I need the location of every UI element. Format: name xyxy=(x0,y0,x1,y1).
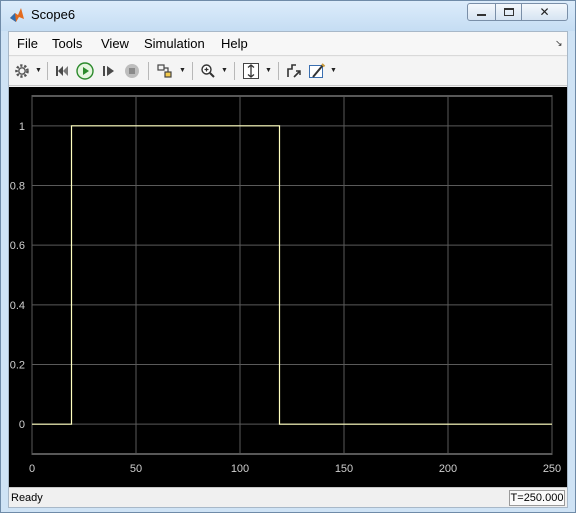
toolbar-separator xyxy=(148,62,149,80)
x-tick-label: 250 xyxy=(543,463,561,475)
y-tick-label: 0.6 xyxy=(10,240,25,252)
x-tick-label: 0 xyxy=(29,463,35,475)
zoom-button[interactable] xyxy=(198,61,218,81)
client-area: File Tools View Simulation Help ↘ ▼ ▼ ▼ … xyxy=(8,31,568,508)
autoscale-dropdown-icon[interactable]: ▼ xyxy=(265,67,272,74)
simulation-time: T=250.000 xyxy=(509,490,565,506)
highlight-block-icon xyxy=(157,64,172,78)
restore-icon xyxy=(503,8,514,16)
status-text: Ready xyxy=(11,492,43,504)
title-bar[interactable]: Scope6 ✕ xyxy=(1,1,575,31)
menu-view[interactable]: View xyxy=(101,36,129,51)
y-tick-label: 0.8 xyxy=(10,181,25,193)
step-forward-icon xyxy=(103,66,114,76)
autoscale-icon xyxy=(243,63,259,79)
menu-file[interactable]: File xyxy=(17,36,38,51)
x-tick-label: 200 xyxy=(439,463,457,475)
menu-tools[interactable]: Tools xyxy=(52,36,82,51)
close-icon: ✕ xyxy=(539,5,550,19)
window-title: Scope6 xyxy=(31,7,76,22)
run-button[interactable] xyxy=(75,61,95,81)
menu-help[interactable]: Help xyxy=(221,36,248,51)
toolbar-separator xyxy=(47,62,48,80)
zoom-dropdown-icon[interactable]: ▼ xyxy=(221,67,228,74)
x-tick-label: 100 xyxy=(231,463,249,475)
stop-icon xyxy=(125,64,139,78)
style-dropdown-icon[interactable]: ▼ xyxy=(330,67,337,74)
close-button[interactable]: ✕ xyxy=(521,3,568,21)
maximize-button[interactable] xyxy=(495,3,522,21)
axes-box xyxy=(31,95,553,455)
configuration-dropdown-icon[interactable]: ▼ xyxy=(35,67,42,74)
stop-button[interactable] xyxy=(122,61,142,81)
gear-icon xyxy=(15,64,29,78)
run-icon xyxy=(76,62,94,80)
y-tick-label: 0.2 xyxy=(10,360,25,372)
configuration-button[interactable] xyxy=(12,61,32,81)
matlab-logo-icon xyxy=(10,8,24,22)
style-icon xyxy=(309,63,326,78)
scope-window: Scope6 ✕ File Tools View Simulation Help… xyxy=(0,0,576,513)
y-tick-label: 0 xyxy=(19,419,25,431)
signal-select-icon xyxy=(287,64,301,78)
scope-plot[interactable]: 0 50 100 150 200 250 0 0.2 0.4 0.6 0.8 1 xyxy=(9,87,567,487)
toolbar: ▼ ▼ ▼ ▼ ▼ xyxy=(9,57,567,86)
x-tick-label: 150 xyxy=(335,463,353,475)
style-button[interactable] xyxy=(307,61,327,81)
toolbar-separator xyxy=(278,62,279,80)
y-tick-label: 0.4 xyxy=(10,300,25,312)
autoscale-button[interactable] xyxy=(240,61,262,81)
menu-bar: File Tools View Simulation Help ↘ xyxy=(9,32,567,56)
highlight-block-button[interactable] xyxy=(154,61,176,81)
minimize-icon xyxy=(477,13,486,16)
dock-arrow-icon[interactable]: ↘ xyxy=(555,38,563,49)
highlight-dropdown-icon[interactable]: ▼ xyxy=(179,67,186,74)
toolbar-separator xyxy=(192,62,193,80)
toolbar-separator xyxy=(234,62,235,80)
x-tick-label: 50 xyxy=(130,463,142,475)
status-bar: Ready T=250.000 xyxy=(9,487,567,507)
menu-simulation[interactable]: Simulation xyxy=(144,36,205,51)
step-back-icon xyxy=(56,66,68,76)
step-back-button[interactable] xyxy=(53,61,73,81)
minimize-button[interactable] xyxy=(467,3,496,21)
signal-select-button[interactable] xyxy=(284,61,304,81)
y-tick-label: 1 xyxy=(19,121,25,133)
step-forward-button[interactable] xyxy=(99,61,119,81)
zoom-icon xyxy=(201,64,215,78)
